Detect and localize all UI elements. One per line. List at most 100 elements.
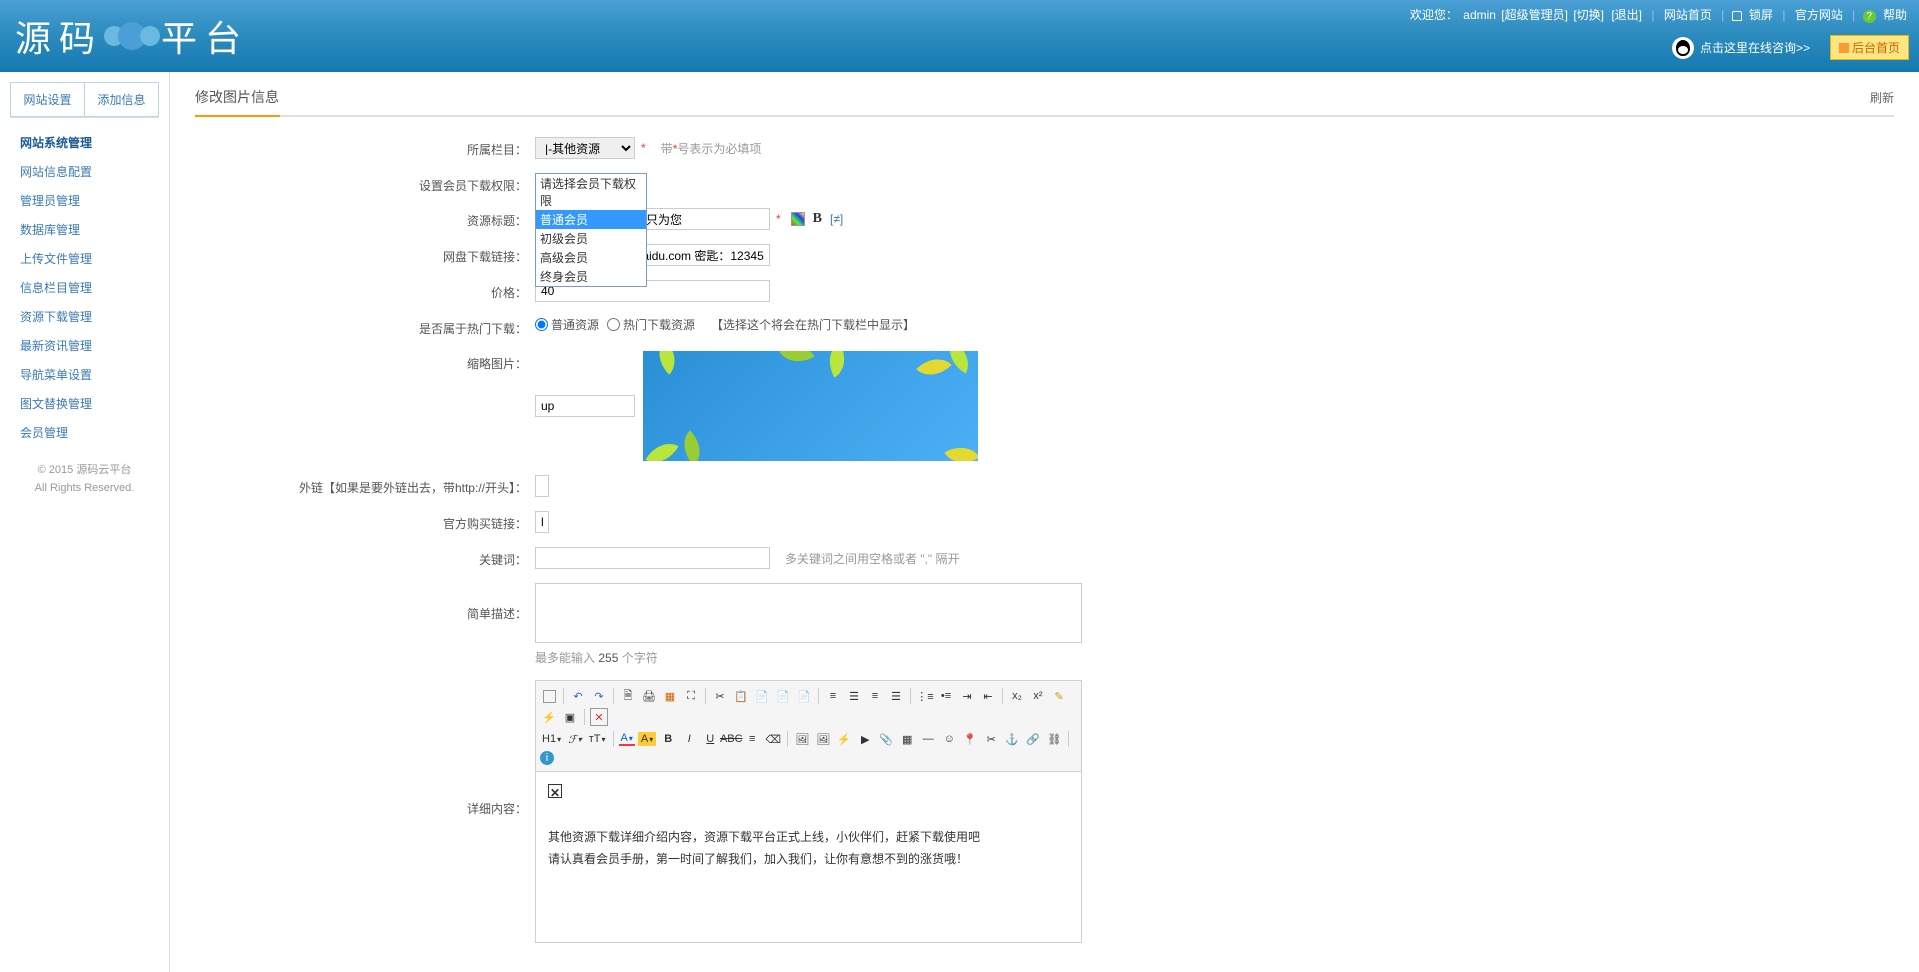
- desc-textarea[interactable]: [535, 583, 1082, 643]
- fullscreen-icon[interactable]: ⛶: [682, 687, 700, 705]
- permission-dropdown[interactable]: 请选择会员下载权限 普通会员 初级会员 高级会员 终身会员: [535, 173, 647, 287]
- redo-icon[interactable]: ↷: [590, 687, 608, 705]
- about-icon[interactable]: i: [540, 751, 554, 765]
- align-justify-icon[interactable]: ☰: [887, 687, 905, 705]
- flash-icon[interactable]: ⚡: [835, 730, 853, 748]
- clouds-icon: [107, 22, 157, 50]
- remove-icon[interactable]: ✕: [590, 708, 608, 726]
- heading-dropdown[interactable]: H1: [540, 733, 563, 745]
- header-row2: 点击这里在线咨询>> 后台首页: [1672, 35, 1909, 60]
- keyword-input[interactable]: [535, 547, 770, 569]
- sidebar-tab-settings[interactable]: 网站设置: [10, 82, 84, 117]
- qq-icon: [1672, 37, 1694, 59]
- site-home-link[interactable]: 网站首页: [1664, 8, 1712, 22]
- pagebreak-icon[interactable]: ✂: [982, 730, 1000, 748]
- cut-icon[interactable]: ✂: [711, 687, 729, 705]
- link-icon[interactable]: 🔗: [1024, 730, 1042, 748]
- menu-siteinfo[interactable]: 网站信息配置: [20, 165, 92, 179]
- media-icon[interactable]: ▶: [856, 730, 874, 748]
- menu-upload[interactable]: 上传文件管理: [20, 252, 92, 266]
- multi-image-icon[interactable]: 🖼: [814, 730, 832, 748]
- category-select[interactable]: |-其他资源: [535, 137, 635, 159]
- paste-icon[interactable]: 📄: [753, 687, 771, 705]
- emoji-icon[interactable]: ☺: [940, 730, 958, 748]
- superscript-icon[interactable]: x²: [1029, 687, 1047, 705]
- menu-download[interactable]: 资源下载管理: [20, 310, 92, 324]
- grid-icon: [1839, 43, 1849, 53]
- font-size-dropdown[interactable]: ᴛT: [587, 733, 608, 745]
- refresh-link[interactable]: 刷新: [1870, 89, 1894, 106]
- logout-link[interactable]: [退出]: [1611, 8, 1642, 22]
- map-icon[interactable]: 📍: [961, 730, 979, 748]
- font-family-dropdown[interactable]: ℱ: [566, 733, 584, 746]
- lock-link[interactable]: 锁屏: [1749, 8, 1773, 22]
- italic-icon[interactable]: I: [680, 730, 698, 748]
- bold-icon[interactable]: B: [659, 730, 677, 748]
- help-link[interactable]: 帮助: [1883, 8, 1907, 22]
- bracket-icon[interactable]: [≠]: [830, 212, 843, 226]
- print-icon[interactable]: 🖨: [640, 687, 658, 705]
- back-home-button[interactable]: 后台首页: [1830, 35, 1909, 60]
- list-ul-icon[interactable]: •≡: [937, 687, 955, 705]
- perm-opt-lifetime[interactable]: 终身会员: [536, 267, 646, 286]
- admin-link[interactable]: admin: [1463, 8, 1496, 22]
- menu-imagetext[interactable]: 图文替换管理: [20, 397, 92, 411]
- anchor-icon[interactable]: ⚓: [1003, 730, 1021, 748]
- consult-link[interactable]: 点击这里在线咨询>>: [1700, 39, 1810, 56]
- strike-icon[interactable]: ABC: [722, 730, 740, 748]
- menu-news[interactable]: 最新资讯管理: [20, 339, 92, 353]
- removeformat-icon[interactable]: ⌫: [764, 730, 782, 748]
- menu-admin[interactable]: 管理员管理: [20, 194, 80, 208]
- menu-nav[interactable]: 导航菜单设置: [20, 368, 92, 382]
- list-ol-icon[interactable]: ⋮≡: [916, 687, 934, 705]
- align-center-icon[interactable]: ☰: [845, 687, 863, 705]
- menu-member[interactable]: 会员管理: [20, 426, 68, 440]
- indent-icon[interactable]: ⇥: [958, 687, 976, 705]
- perm-opt-junior[interactable]: 初级会员: [536, 229, 646, 248]
- thumb-input[interactable]: [535, 395, 635, 417]
- unlink-icon[interactable]: ⛓: [1045, 730, 1063, 748]
- color-picker-icon[interactable]: [791, 212, 805, 226]
- official-link[interactable]: 官方网站: [1795, 8, 1843, 22]
- hot-radio-normal[interactable]: 普通资源: [535, 316, 599, 333]
- paste-word-icon[interactable]: 📄: [795, 687, 813, 705]
- select-all-icon[interactable]: ▣: [561, 708, 579, 726]
- hot-radio-hot[interactable]: 热门下载资源: [607, 316, 695, 333]
- paste-text-icon[interactable]: 📄: [774, 687, 792, 705]
- underline-icon[interactable]: U: [701, 730, 719, 748]
- clear-format-icon[interactable]: ✎: [1050, 687, 1068, 705]
- sidebar-tab-add[interactable]: 添加信息: [84, 82, 159, 117]
- table-icon[interactable]: ▦: [898, 730, 916, 748]
- switch-link[interactable]: [切换]: [1573, 8, 1604, 22]
- buyurl-input[interactable]: [535, 511, 549, 533]
- label-price: 价格：: [195, 280, 535, 301]
- template-icon[interactable]: ▦: [661, 687, 679, 705]
- perm-opt-placeholder[interactable]: 请选择会员下载权限: [536, 174, 646, 210]
- align-right-icon[interactable]: ≡: [866, 687, 884, 705]
- copy-icon[interactable]: 📋: [732, 687, 750, 705]
- perm-opt-normal[interactable]: 普通会员: [536, 210, 646, 229]
- perm-opt-senior[interactable]: 高级会员: [536, 248, 646, 267]
- quickformat-icon[interactable]: ⚡: [540, 708, 558, 726]
- label-keyword: 关键词：: [195, 547, 535, 568]
- hr-icon[interactable]: —: [919, 730, 937, 748]
- undo-icon[interactable]: ↶: [569, 687, 587, 705]
- preview-icon[interactable]: 🗎: [619, 687, 637, 705]
- bold-icon[interactable]: B: [813, 211, 822, 227]
- source-icon[interactable]: [540, 687, 558, 705]
- subscript-icon[interactable]: x₂: [1008, 687, 1026, 705]
- outdent-icon[interactable]: ⇤: [979, 687, 997, 705]
- align-left-icon[interactable]: ≡: [824, 687, 842, 705]
- thumbnail-preview: [643, 351, 978, 461]
- file-icon[interactable]: 📎: [877, 730, 895, 748]
- extlink-input[interactable]: [535, 475, 549, 497]
- label-category: 所属栏目：: [195, 137, 535, 158]
- menu-system[interactable]: 网站系统管理: [20, 136, 92, 150]
- menu-column[interactable]: 信息栏目管理: [20, 281, 92, 295]
- menu-database[interactable]: 数据库管理: [20, 223, 80, 237]
- bg-color-icon[interactable]: A: [638, 732, 656, 746]
- font-color-icon[interactable]: A: [619, 732, 635, 746]
- lineheight-icon[interactable]: ≡: [743, 730, 761, 748]
- editor-content[interactable]: 其他资源下载详细介绍内容，资源下载平台正式上线，小伙伴们，赶紧下载使用吧 请认真…: [536, 772, 1081, 942]
- image-icon[interactable]: 🖼: [793, 730, 811, 748]
